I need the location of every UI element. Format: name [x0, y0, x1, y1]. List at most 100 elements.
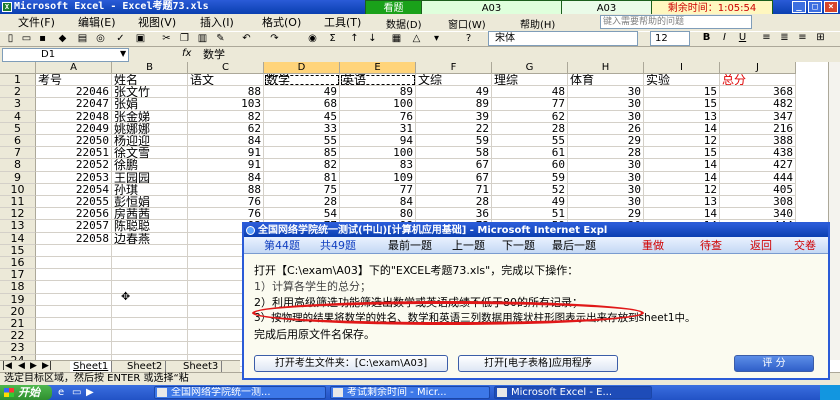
help-icon[interactable]: ? [462, 33, 475, 45]
row-header[interactable]: 13 [0, 220, 36, 233]
print-icon[interactable]: ▤ [76, 33, 89, 45]
cell[interactable]: 30 [568, 98, 644, 111]
cell[interactable]: 22049 [36, 122, 112, 135]
cell[interactable]: 22055 [36, 196, 112, 209]
cell[interactable]: 徐文雪 [112, 147, 188, 160]
cell[interactable] [36, 281, 112, 294]
cell[interactable]: 88 [188, 86, 264, 99]
cell[interactable]: 89 [340, 86, 416, 99]
nav-next-button[interactable]: 下一题 [502, 237, 535, 254]
column-header[interactable]: B [112, 62, 188, 74]
cell[interactable] [112, 330, 188, 343]
cell[interactable]: 33 [264, 122, 340, 135]
cell[interactable]: 26 [568, 122, 644, 135]
cell[interactable]: 31 [340, 122, 416, 135]
cell[interactable]: 77 [492, 98, 568, 111]
format-painter-icon[interactable]: ✎ [214, 33, 227, 45]
cell[interactable]: 房茜茜 [112, 208, 188, 221]
cell[interactable] [36, 342, 112, 355]
cell[interactable]: 22056 [36, 208, 112, 221]
cell[interactable]: 英语 [340, 74, 416, 87]
cell[interactable]: 49 [264, 86, 340, 99]
task-excel[interactable]: Microsoft Excel - E... [494, 386, 652, 399]
paste-icon[interactable]: ▥ [196, 33, 209, 45]
save-icon[interactable]: ▪ [36, 33, 49, 45]
quicklaunch-ie-icon[interactable]: e [58, 387, 64, 398]
cell[interactable]: 30 [568, 159, 644, 172]
cell[interactable]: 30 [568, 110, 644, 123]
column-header[interactable]: E [340, 62, 416, 74]
cell[interactable]: 100 [340, 98, 416, 111]
align-right-icon[interactable]: ≡ [796, 32, 809, 44]
cut-icon[interactable]: ✂ [160, 33, 173, 45]
cell[interactable]: 12 [644, 135, 720, 148]
cell[interactable]: 杨迎迎 [112, 135, 188, 148]
cell[interactable]: 48 [492, 86, 568, 99]
cell[interactable]: 22050 [36, 135, 112, 148]
merge-center-icon[interactable]: ⊞ [814, 32, 827, 44]
row-header[interactable]: 8 [0, 159, 36, 172]
font-name-select[interactable]: 宋体 [488, 31, 638, 46]
cell[interactable]: 张金娣 [112, 110, 188, 123]
tab-nav-first-icon[interactable]: |◀ [2, 361, 12, 371]
cell[interactable] [112, 244, 188, 257]
cell[interactable]: 91 [188, 159, 264, 172]
cell[interactable]: 88 [188, 183, 264, 196]
cell[interactable]: 张文竹 [112, 86, 188, 99]
cell[interactable]: 14 [644, 171, 720, 184]
submit-button[interactable]: 交卷 [794, 237, 816, 254]
cell[interactable]: 55 [264, 135, 340, 148]
cell[interactable]: 15 [644, 86, 720, 99]
bold-icon[interactable]: B [700, 32, 713, 44]
cell[interactable]: 83 [340, 159, 416, 172]
cell[interactable]: 308 [720, 196, 796, 209]
cell[interactable]: 28 [492, 122, 568, 135]
cell[interactable]: 29 [568, 208, 644, 221]
cell[interactable]: 14 [644, 159, 720, 172]
cell[interactable]: 405 [720, 183, 796, 196]
cell[interactable]: 文综 [416, 74, 492, 87]
zoom-icon[interactable]: ▾ [430, 33, 443, 45]
cell[interactable]: 84 [340, 196, 416, 209]
cell[interactable] [36, 330, 112, 343]
cell[interactable]: 388 [720, 135, 796, 148]
nav-prev-button[interactable]: 上一题 [452, 237, 485, 254]
cell[interactable]: 张娟 [112, 98, 188, 111]
cell[interactable]: 80 [340, 208, 416, 221]
cell[interactable]: 77 [340, 183, 416, 196]
tab-nav-prev-icon[interactable]: ◀ [18, 361, 25, 371]
cell[interactable]: 考号 [36, 74, 112, 87]
cell[interactable]: 76 [340, 110, 416, 123]
row-header[interactable]: 14 [0, 232, 36, 245]
cell[interactable]: 81 [264, 171, 340, 184]
cell[interactable]: 82 [188, 110, 264, 123]
cell[interactable] [36, 293, 112, 306]
cell[interactable]: 陈聪聪 [112, 220, 188, 233]
cell[interactable]: 347 [720, 110, 796, 123]
cell[interactable]: 徐鹏 [112, 159, 188, 172]
cell[interactable]: 姚娜娜 [112, 122, 188, 135]
column-header[interactable]: F [416, 62, 492, 74]
undo-icon[interactable]: ↶ [240, 33, 253, 45]
score-button[interactable]: 评 分 [734, 355, 814, 372]
cell[interactable]: 71 [416, 183, 492, 196]
cell[interactable]: 22052 [36, 159, 112, 172]
cell[interactable] [36, 305, 112, 318]
cell[interactable]: 82 [264, 159, 340, 172]
cell[interactable]: 55 [492, 135, 568, 148]
drawing-icon[interactable]: △ [410, 33, 423, 45]
cell[interactable]: 68 [264, 98, 340, 111]
task-ie-exam[interactable]: 全国网络学院统一测... [154, 386, 326, 399]
nav-first-button[interactable]: 最前一题 [388, 237, 432, 254]
cell[interactable]: 103 [188, 98, 264, 111]
cell[interactable]: 22057 [36, 220, 112, 233]
cell[interactable]: 482 [720, 98, 796, 111]
cell[interactable]: 22047 [36, 98, 112, 111]
task-exam-timer[interactable]: 考试剩余时间 - Micr... [330, 386, 490, 399]
cell[interactable]: 22051 [36, 147, 112, 160]
cell[interactable]: 12 [644, 183, 720, 196]
cell[interactable]: 49 [492, 196, 568, 209]
new-icon[interactable]: ▯ [4, 33, 17, 45]
cell[interactable]: 姓名 [112, 74, 188, 87]
cell[interactable]: 444 [720, 171, 796, 184]
